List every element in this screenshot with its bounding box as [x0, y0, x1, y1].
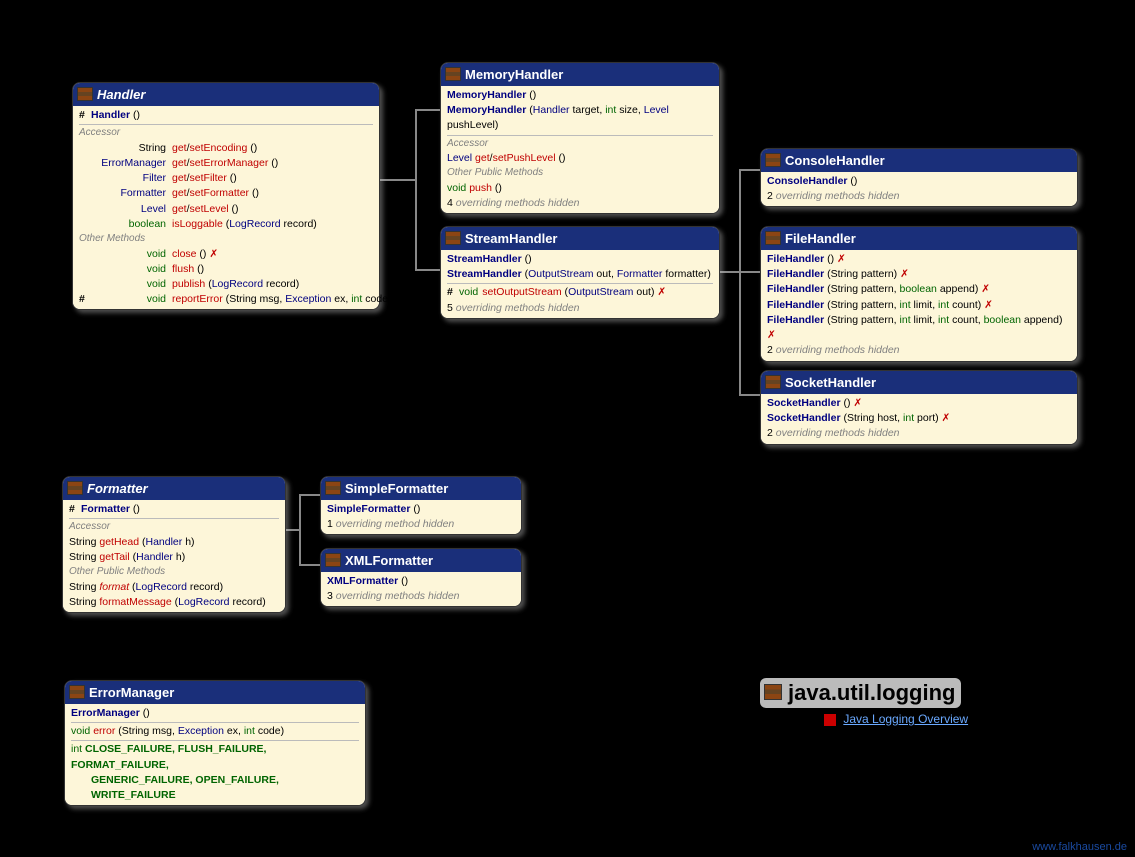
class-streamhandler: StreamHandler StreamHandler () StreamHan…	[440, 226, 720, 319]
class-formatter: Formatter #Formatter () Accessor String …	[62, 476, 286, 613]
class-icon	[77, 87, 93, 101]
class-header: Handler	[73, 83, 379, 106]
class-errormanager: ErrorManager ErrorManager () void error …	[64, 680, 366, 806]
class-memoryhandler: MemoryHandler MemoryHandler () MemoryHan…	[440, 62, 720, 214]
package-link[interactable]: Java Logging Overview	[824, 712, 968, 726]
class-consolehandler: ConsoleHandler ConsoleHandler () 2 overr…	[760, 148, 1078, 207]
class-sockethandler: SocketHandler SocketHandler () ✗SocketHa…	[760, 370, 1078, 445]
class-title: Handler	[97, 87, 145, 102]
class-body: #Handler () Accessor Stringget/setEncodi…	[73, 106, 379, 309]
package-title: java.util.logging	[760, 678, 961, 708]
class-filehandler: FileHandler FileHandler () ✗FileHandler …	[760, 226, 1078, 362]
watermark: www.falkhausen.de	[1032, 841, 1127, 853]
oracle-icon	[824, 714, 836, 726]
package-icon	[764, 684, 782, 700]
class-simpleformatter: SimpleFormatter SimpleFormatter () 1 ove…	[320, 476, 522, 535]
class-handler: Handler #Handler () Accessor Stringget/s…	[72, 82, 380, 310]
class-xmlformatter: XMLFormatter XMLFormatter () 3 overridin…	[320, 548, 522, 607]
